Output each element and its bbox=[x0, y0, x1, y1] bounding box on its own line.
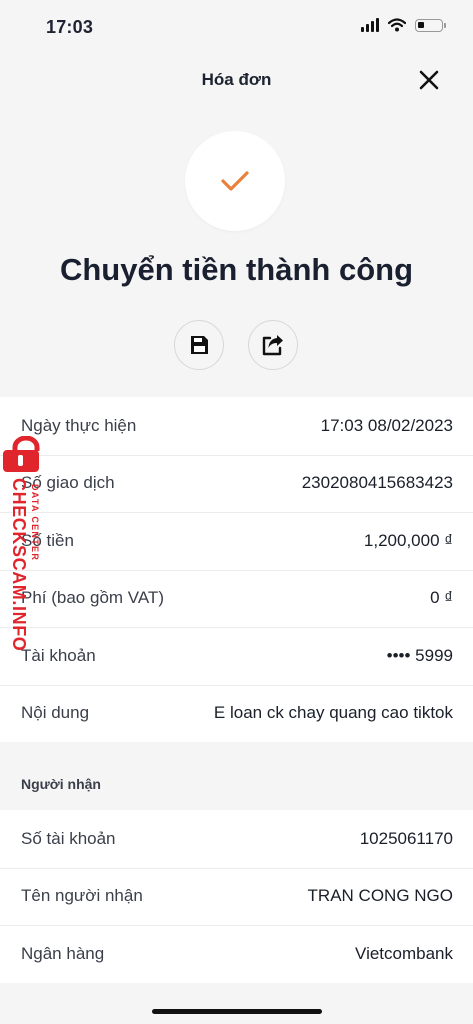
save-button[interactable] bbox=[174, 320, 224, 370]
detail-row-date: Ngày thực hiện 17:03 08/02/2023 bbox=[0, 397, 473, 455]
detail-value: 1025061170 bbox=[359, 828, 453, 848]
status-time: 17:03 bbox=[46, 17, 94, 37]
detail-row-transaction-number: Số giao dịch 2302080415683423 bbox=[0, 454, 473, 513]
close-icon bbox=[419, 70, 439, 90]
detail-label: Tên người nhận bbox=[21, 886, 143, 906]
detail-value: 0 ₫ bbox=[430, 588, 453, 608]
battery-icon bbox=[415, 18, 446, 32]
detail-row-content: Nội dung E loan ck chay quang cao tiktok bbox=[0, 684, 473, 743]
detail-value: 17:03 08/02/2023 bbox=[320, 415, 453, 435]
detail-label: Tài khoản bbox=[21, 645, 96, 665]
detail-value: E loan ck chay quang cao tiktok bbox=[213, 703, 453, 723]
recipient-row-account-number: Số tài khoản 1025061170 bbox=[0, 810, 473, 868]
floppy-disk-icon bbox=[191, 336, 208, 354]
detail-value: TRAN CONG NGO bbox=[307, 886, 453, 906]
battery-level bbox=[418, 21, 424, 28]
detail-label: Số tiền bbox=[21, 530, 74, 550]
close-button[interactable] bbox=[415, 66, 443, 94]
checkmark-icon bbox=[221, 171, 249, 191]
detail-row-amount: Số tiền 1,200,000 ₫ bbox=[0, 512, 473, 570]
success-check-badge bbox=[185, 131, 285, 231]
detail-value: 1,200,000 ₫ bbox=[363, 530, 453, 550]
detail-value: 2302080415683423 bbox=[301, 473, 453, 493]
detail-value: •••• 5999 bbox=[386, 645, 453, 665]
transaction-details-card: Ngày thực hiện 17:03 08/02/2023 Số giao … bbox=[0, 397, 473, 742]
detail-value: Vietcombank bbox=[355, 943, 453, 963]
share-icon bbox=[262, 335, 283, 356]
success-title: Chuyển tiền thành công bbox=[59, 252, 414, 287]
detail-label: Nội dung bbox=[21, 703, 90, 723]
wifi-icon bbox=[388, 18, 406, 32]
recipient-row-bank: Ngân hàng Vietcombank bbox=[0, 925, 473, 983]
status-icons bbox=[361, 18, 446, 32]
detail-label: Phí (bao gồm VAT) bbox=[21, 588, 164, 608]
recipient-row-name: Tên người nhận TRAN CONG NGO bbox=[0, 867, 473, 926]
page-title: Hóa đơn bbox=[201, 70, 272, 89]
detail-row-account: Tài khoản •••• 5999 bbox=[0, 627, 473, 685]
detail-label: Ngân hàng bbox=[21, 943, 105, 963]
status-bar: 17:03 bbox=[0, 0, 473, 54]
recipient-details-card: Số tài khoản 1025061170 Tên người nhận T… bbox=[0, 810, 473, 983]
home-indicator[interactable] bbox=[152, 1009, 322, 1014]
cellular-signal-icon bbox=[361, 18, 379, 32]
detail-row-fee: Phí (bao gồm VAT) 0 ₫ bbox=[0, 569, 473, 628]
detail-label: Số giao dịch bbox=[21, 473, 115, 493]
detail-label: Ngày thực hiện bbox=[21, 415, 137, 435]
share-button[interactable] bbox=[248, 320, 298, 370]
detail-label: Số tài khoản bbox=[21, 828, 116, 848]
recipient-section-title: Người nhận bbox=[21, 776, 101, 792]
